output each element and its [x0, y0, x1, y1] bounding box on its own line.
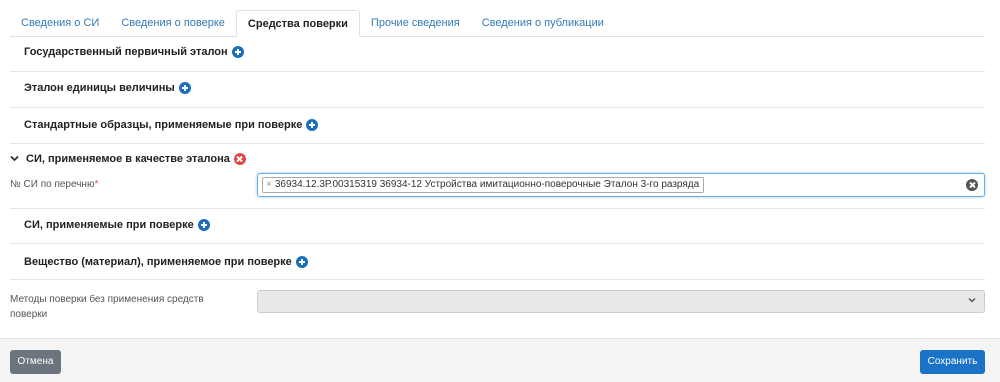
- section-si-used: СИ, применяемые при поверке: [24, 219, 985, 231]
- footer: Отмена Сохранить: [0, 338, 1000, 382]
- methods-select: [257, 290, 985, 313]
- add-si-used-icon[interactable]: [197, 219, 210, 231]
- section-title: Стандартные образцы, применяемые при пов…: [24, 119, 303, 131]
- chevron-down-icon[interactable]: [10, 154, 22, 164]
- tab-verification-means[interactable]: Средства поверки: [235, 10, 360, 37]
- section-title: СИ, применяемые при поверке: [24, 219, 194, 231]
- si-by-list-label: № СИ по перечню*: [10, 179, 98, 190]
- add-state-primary-standard-icon[interactable]: [231, 46, 244, 58]
- section-si-as-standard: СИ, применяемое в качестве эталона: [10, 153, 985, 165]
- selected-si-chip: × 36934.12.3Р.00315319 36934-12 Устройств…: [262, 177, 705, 193]
- divider: [10, 243, 985, 244]
- si-by-list-select[interactable]: × 36934.12.3Р.00315319 36934-12 Устройств…: [257, 173, 985, 197]
- section-reference-samples: Стандартные образцы, применяемые при пов…: [24, 119, 985, 131]
- clear-selection-icon[interactable]: [966, 179, 978, 191]
- divider: [10, 71, 985, 72]
- section-state-primary-standard: Государственный первичный эталон: [24, 46, 985, 58]
- add-reference-samples-icon[interactable]: [306, 119, 319, 131]
- tab-publication-info[interactable]: Сведения о публикации: [471, 10, 615, 36]
- tab-bar: Сведения о СИ Сведения о поверке Средств…: [10, 10, 985, 37]
- chip-remove-icon[interactable]: ×: [266, 179, 272, 190]
- section-title: Эталон единицы величины: [24, 82, 175, 94]
- divider: [10, 279, 985, 280]
- divider: [10, 208, 985, 209]
- add-unit-standard-icon[interactable]: [178, 82, 191, 94]
- cancel-button[interactable]: Отмена: [10, 350, 61, 374]
- chevron-down-icon: [968, 295, 976, 305]
- section-substance: Вещество (материал), применяемое при пов…: [24, 256, 985, 268]
- section-title: Вещество (материал), применяемое при пов…: [24, 256, 292, 268]
- remove-si-as-standard-icon[interactable]: [233, 153, 246, 165]
- divider: [10, 143, 985, 144]
- save-button[interactable]: Сохранить: [920, 350, 985, 374]
- chip-label: 36934.12.3Р.00315319 36934-12 Устройства…: [274, 179, 700, 190]
- required-mark: *: [94, 179, 99, 190]
- section-unit-standard: Эталон единицы величины: [24, 82, 985, 94]
- tab-verification-info[interactable]: Сведения о поверке: [110, 10, 236, 36]
- tab-si-info[interactable]: Сведения о СИ: [10, 10, 110, 36]
- tab-other-info[interactable]: Прочие сведения: [360, 10, 471, 36]
- section-title: СИ, применяемое в качестве эталона: [26, 153, 230, 165]
- divider: [10, 107, 985, 108]
- methods-label: Методы поверки без применения средств по…: [10, 294, 204, 320]
- si-by-list-label-text: № СИ по перечню: [10, 179, 95, 190]
- add-substance-icon[interactable]: [295, 256, 308, 268]
- section-title: Государственный первичный эталон: [24, 46, 228, 58]
